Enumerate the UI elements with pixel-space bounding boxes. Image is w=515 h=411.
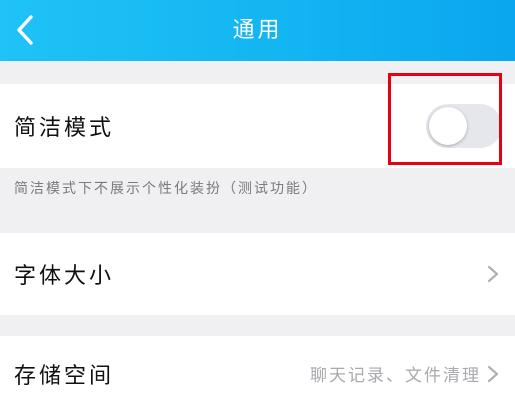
- highlight-box: [388, 73, 502, 165]
- font-size-label: 字体大小: [14, 264, 115, 289]
- simple-mode-description: 简洁模式下不展示个性化装扮（测试功能）: [14, 181, 318, 197]
- font-size-row[interactable]: 字体大小: [0, 233, 515, 315]
- chevron-right-icon: [487, 365, 499, 382]
- simple-mode-label: 简洁模式: [14, 116, 115, 141]
- storage-row[interactable]: 存储空间 聊天记录、文件清理: [0, 336, 515, 411]
- chevron-right-icon: [487, 265, 499, 283]
- top-bar: 通用: [0, 0, 515, 61]
- storage-label: 存储空间: [14, 363, 115, 389]
- page-title: 通用: [232, 18, 283, 43]
- storage-value: 聊天记录、文件清理: [310, 366, 481, 386]
